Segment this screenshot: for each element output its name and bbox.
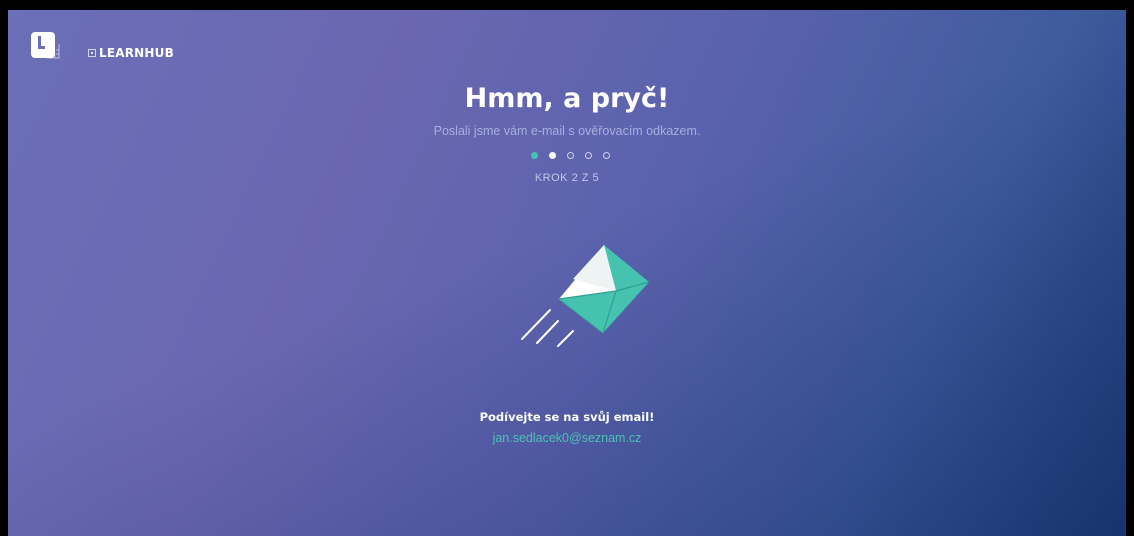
app-window: LEARNHUB Hmm, a pryč! Poslali jsme vám e… [8,10,1126,536]
step-dot-3 [567,152,574,159]
step-label: KROK 2 Z 5 [534,172,600,184]
step-dot-2 [549,152,556,159]
brand-mark-icon [88,49,96,57]
email-link[interactable]: jan.sedlacek0@seznam.cz [8,431,1126,445]
app-logo[interactable] [31,32,60,60]
check-email-text: Podívejte se na svůj email! [479,410,655,424]
brand[interactable]: LEARNHUB [88,46,174,60]
page-subtitle: Poslali jsme vám e-mail s ověřovacím odk… [433,124,701,138]
logo-ruler-icon [47,44,60,59]
step-indicator [531,152,610,159]
step-dot-5 [603,152,610,159]
page-title: Hmm, a pryč! [464,83,670,114]
brand-name: LEARNHUB [99,46,174,60]
step-dot-1 [531,152,538,159]
step-dot-4 [585,152,592,159]
logo-letter-icon [38,36,45,49]
flying-envelope-icon [521,245,650,347]
